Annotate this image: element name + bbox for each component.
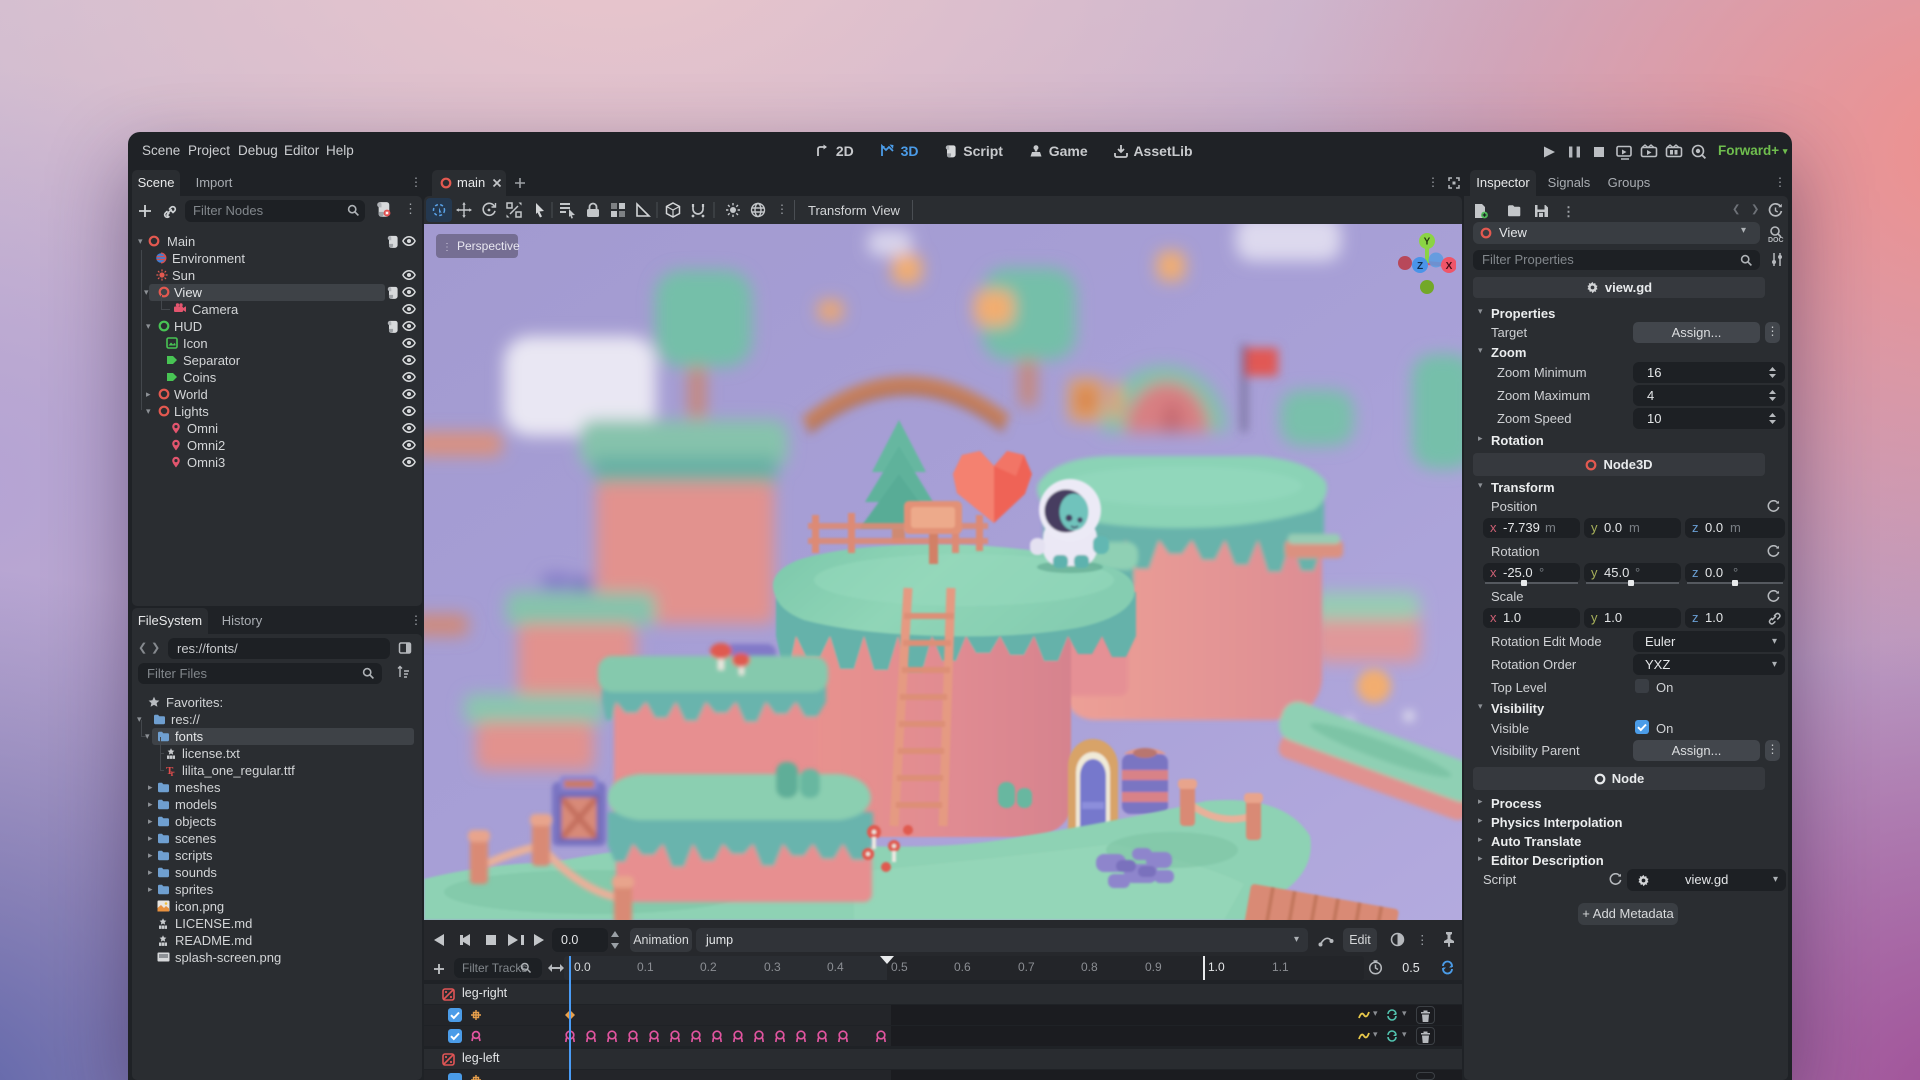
svg-text:⋮: ⋮ — [1562, 204, 1575, 219]
svg-text:X: X — [1446, 261, 1453, 272]
svg-text:Z: Z — [1417, 261, 1423, 272]
svg-text:Y: Y — [1424, 237, 1431, 248]
svg-text:DOC: DOC — [1768, 237, 1784, 243]
svg-text:r: r — [171, 768, 175, 777]
